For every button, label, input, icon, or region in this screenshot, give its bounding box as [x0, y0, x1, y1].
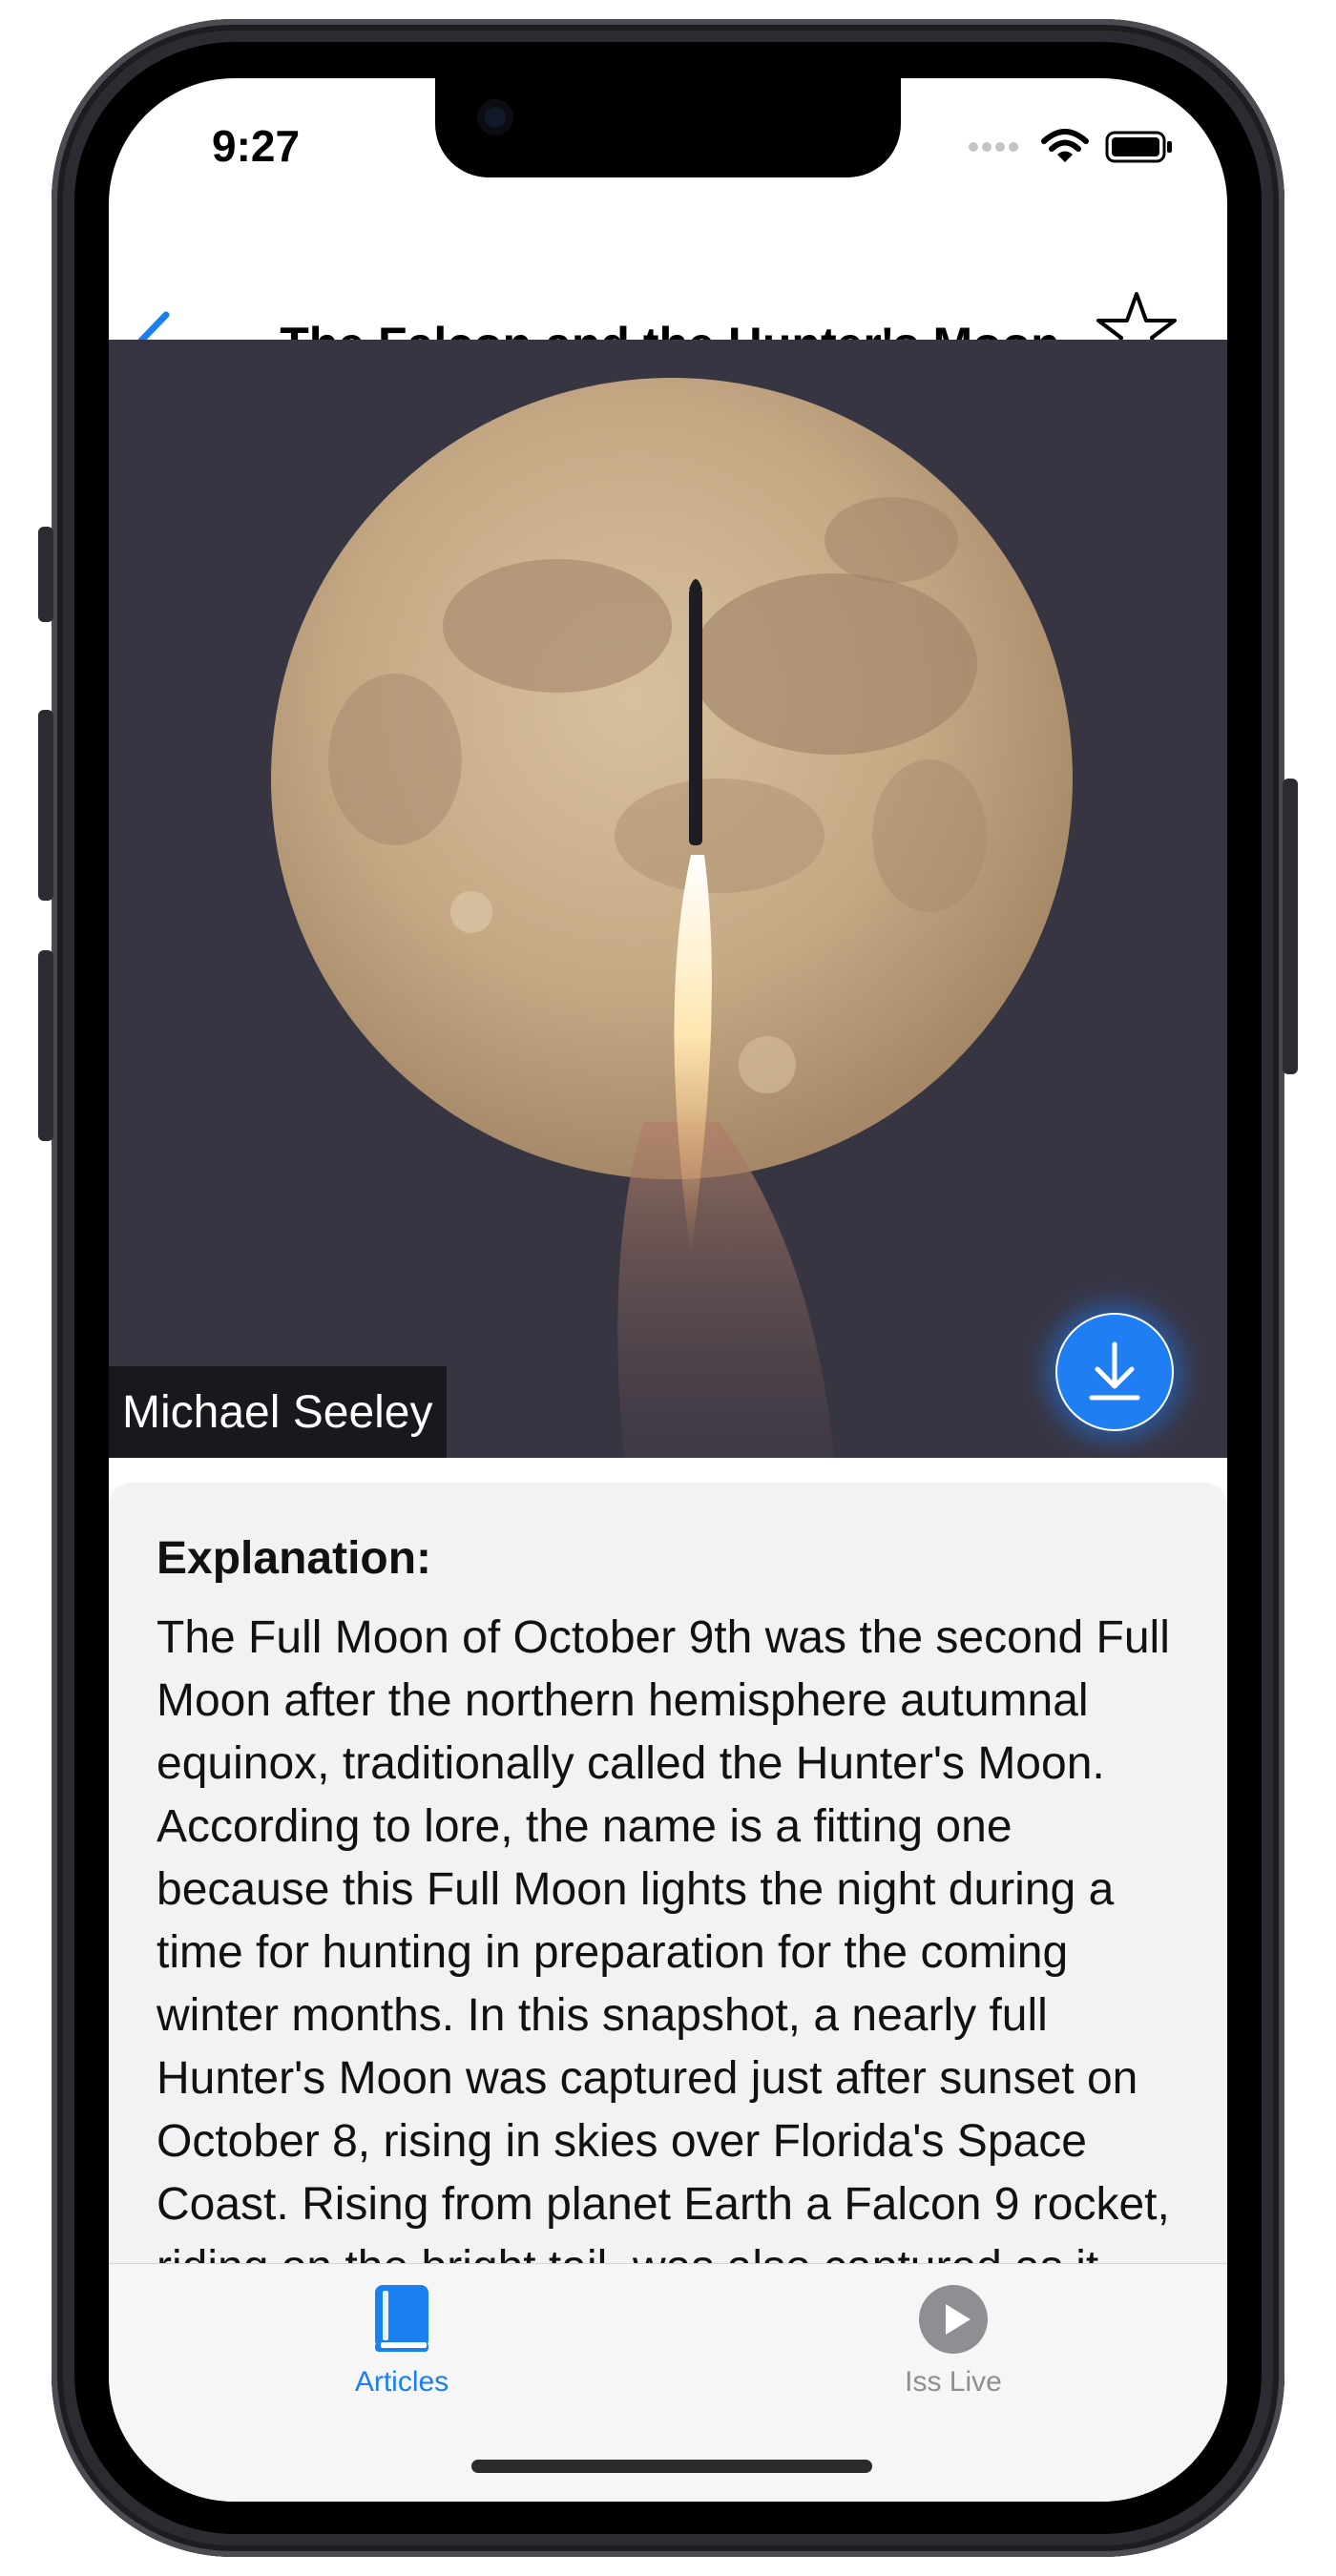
status-icons	[968, 128, 1174, 166]
screen: 9:27 The Falcon and the Hunter's Moon	[109, 78, 1227, 2502]
tab-articles-label: Articles	[354, 2366, 449, 2398]
side-button-volume-up	[38, 710, 53, 901]
battery-icon	[1105, 131, 1172, 163]
book-icon	[375, 2285, 428, 2352]
camera-icon	[477, 99, 513, 135]
tab-iss-live-label: Iss Live	[905, 2366, 1002, 2398]
side-button-power	[1283, 779, 1298, 1074]
play-circle-icon	[919, 2285, 988, 2354]
tab-iss-live[interactable]: Iss Live	[810, 2283, 1096, 2399]
download-icon	[1089, 1341, 1140, 1401]
apod-image: Michael Seeley	[109, 340, 1227, 1458]
status-time: 9:27	[212, 121, 301, 171]
explanation-card: Explanation: The Full Moon of October 9t…	[109, 1483, 1227, 2341]
explanation-heading: Explanation:	[157, 1533, 432, 1584]
explanation-text: The Full Moon of October 9th was the sec…	[157, 1612, 1170, 2341]
moon-rocket-image	[109, 340, 1227, 1458]
tab-articles[interactable]: Articles	[259, 2283, 545, 2399]
home-indicator	[471, 2460, 872, 2473]
photo-credit: Michael Seeley	[109, 1366, 447, 1458]
side-button-silent	[38, 527, 53, 622]
wifi-icon	[1041, 129, 1089, 162]
notch	[435, 78, 901, 177]
signal-dots-icon	[969, 142, 1018, 152]
download-button[interactable]	[1055, 1313, 1174, 1431]
side-button-volume-down	[38, 950, 53, 1141]
